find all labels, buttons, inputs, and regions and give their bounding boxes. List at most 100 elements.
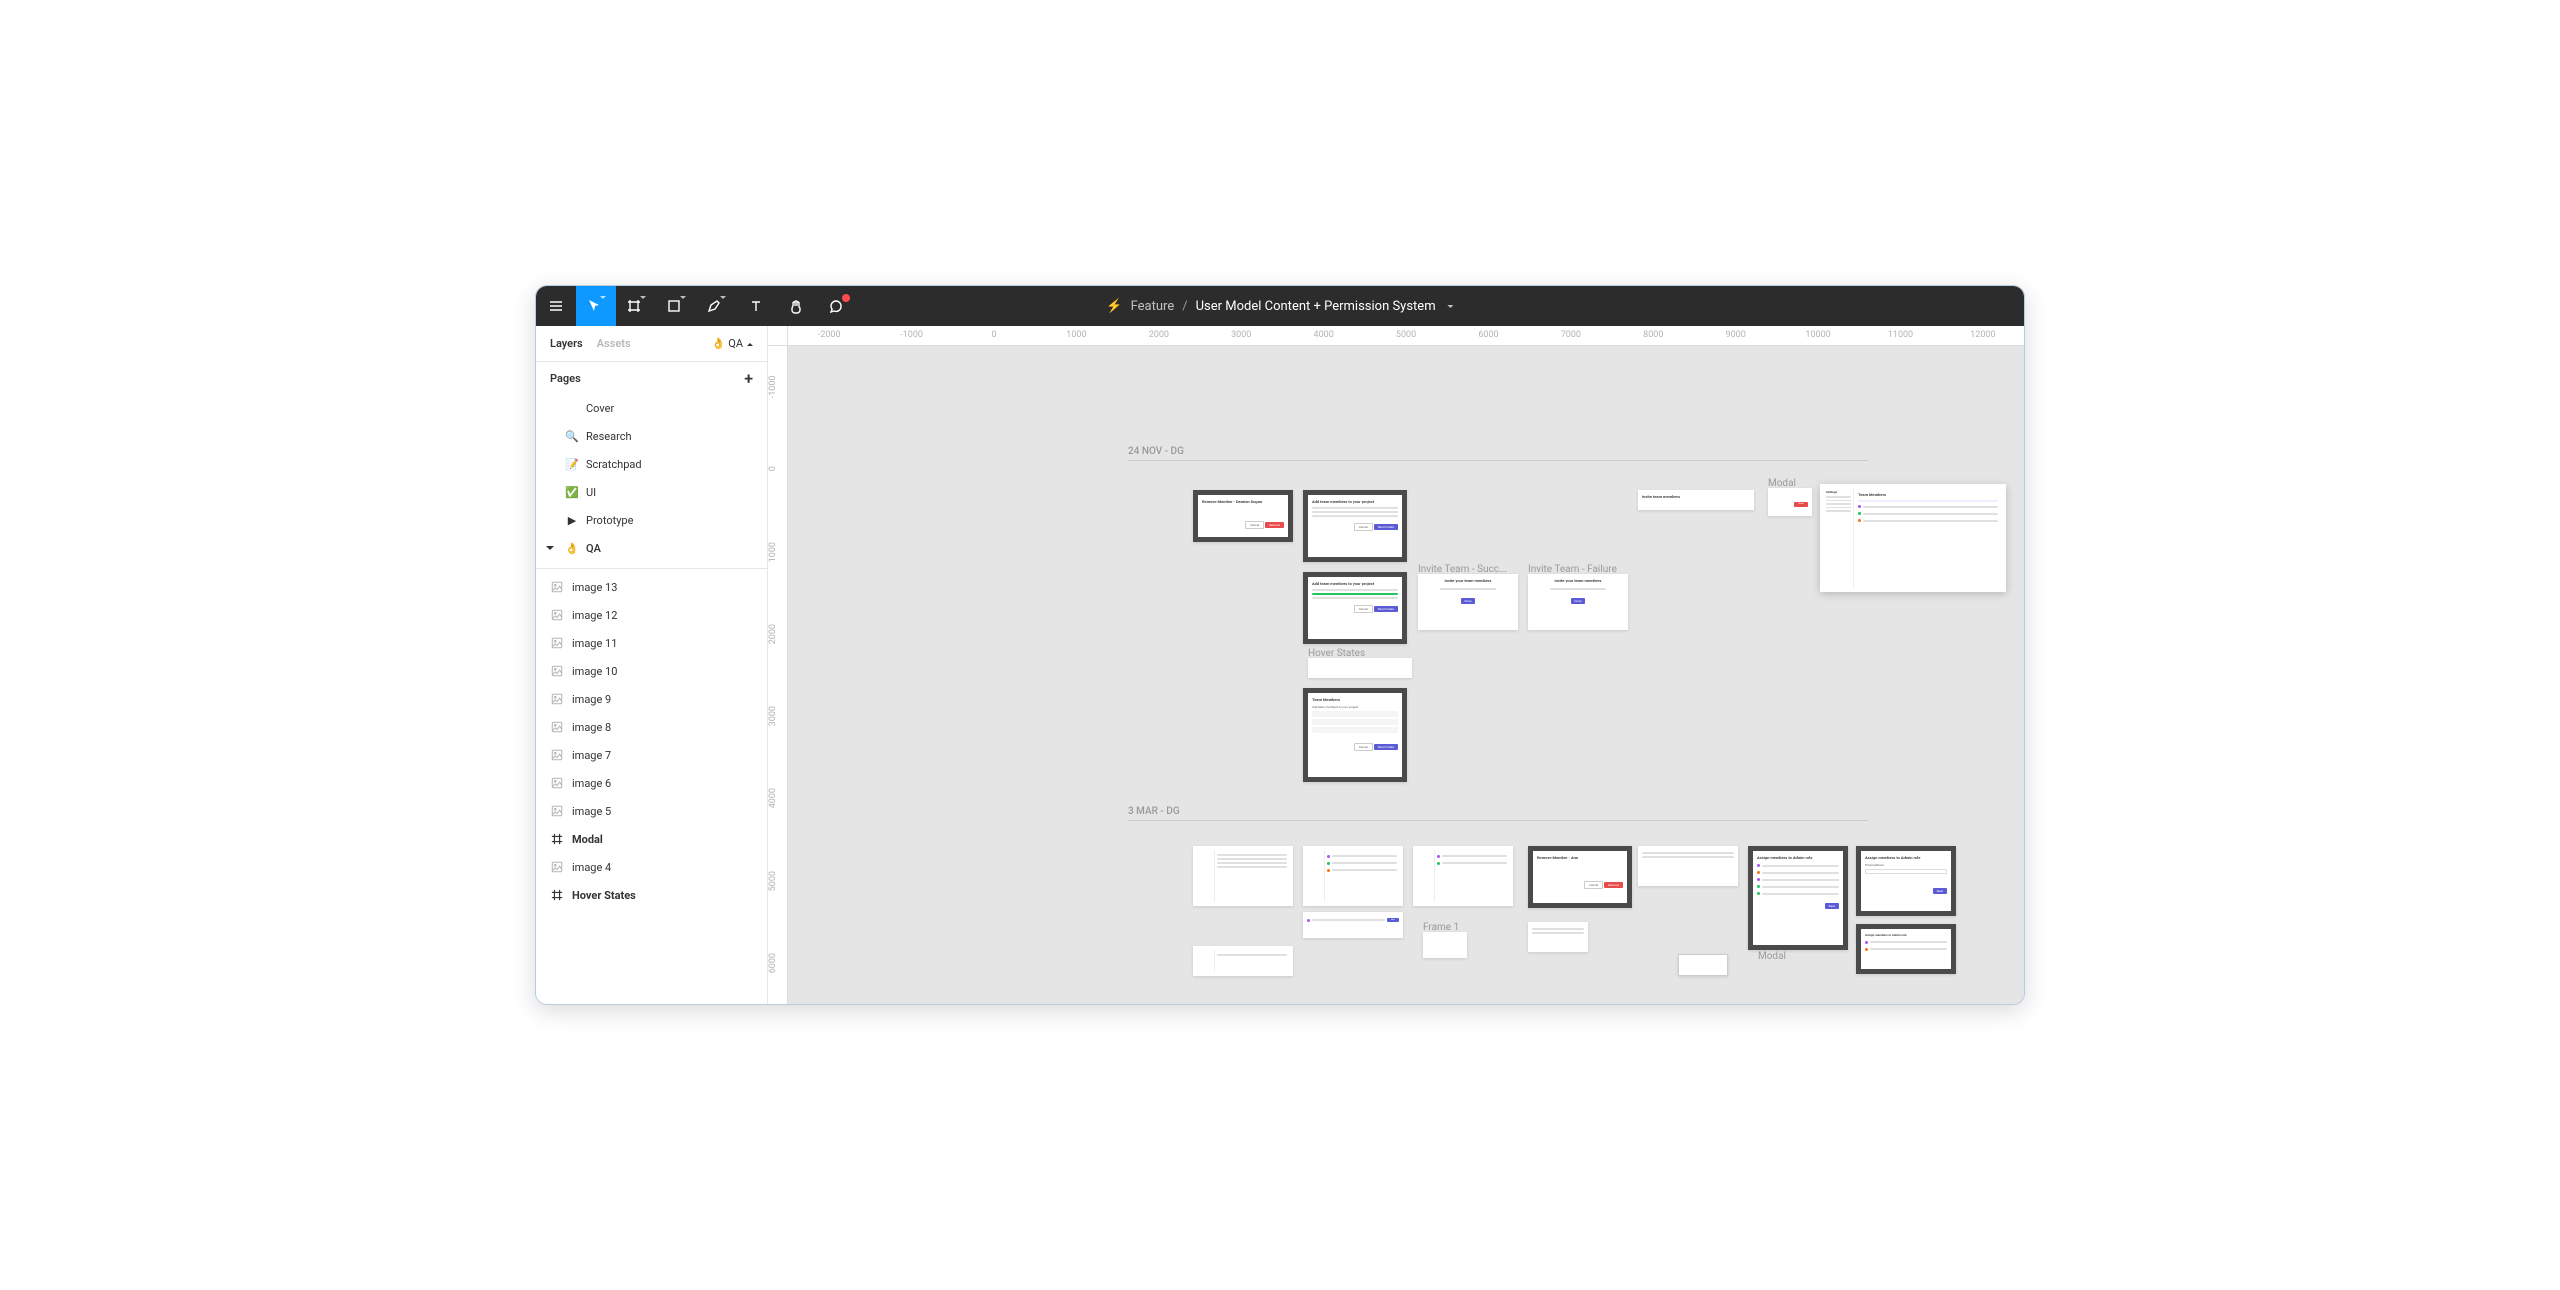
artboard[interactable] — [1193, 946, 1293, 976]
layer-label: image 9 — [572, 693, 611, 706]
artboard[interactable]: Remove Member - Damian Dugan Cancel Remo… — [1193, 490, 1293, 542]
page-item[interactable]: 👌QA — [536, 534, 767, 562]
artboard[interactable]: Add team members to your project Cancel … — [1303, 490, 1407, 562]
section-label: 24 NOV - DG — [1128, 446, 1184, 457]
section-divider — [1128, 820, 1868, 821]
layer-item[interactable]: Hover States — [536, 881, 767, 909]
tab-layers[interactable]: Layers — [550, 337, 583, 350]
ruler-tick: 4000 — [1282, 326, 1364, 345]
ruler-tick: 1000 — [1035, 326, 1117, 345]
move-tool[interactable] — [576, 286, 616, 326]
image-icon — [550, 664, 564, 678]
layer-item[interactable]: image 6 — [536, 769, 767, 797]
image-icon — [550, 580, 564, 594]
artboard[interactable]: Assign members to Admin role — [1856, 924, 1956, 974]
title-separator: / — [1182, 299, 1187, 314]
page-item[interactable]: 🔍Research — [536, 422, 767, 450]
artboard[interactable] — [1413, 846, 1513, 906]
layer-item[interactable]: Modal — [536, 825, 767, 853]
project-name: Feature — [1131, 299, 1175, 314]
layer-item[interactable]: image 13 — [536, 573, 767, 601]
artboard[interactable] — [1638, 846, 1738, 886]
ruler-tick: 5000 — [768, 840, 787, 922]
artboard[interactable]: New — [1303, 912, 1403, 938]
page-item[interactable]: ▶Prototype — [536, 506, 767, 534]
hand-tool[interactable] — [776, 286, 816, 326]
layer-item[interactable]: image 11 — [536, 629, 767, 657]
tab-assets[interactable]: Assets — [597, 337, 631, 350]
layer-label: image 5 — [572, 805, 611, 818]
artboard[interactable]: Invite team members — [1638, 490, 1754, 510]
image-icon — [550, 776, 564, 790]
ruler-tick: 1000 — [768, 511, 787, 593]
current-page-dropdown[interactable]: 👌 QA — [712, 337, 753, 350]
frame-tool[interactable] — [616, 286, 656, 326]
ruler-tick: -1000 — [768, 346, 787, 428]
pen-tool[interactable] — [696, 286, 736, 326]
ruler-tick: 12000 — [1942, 326, 2024, 345]
layer-item[interactable]: image 10 — [536, 657, 767, 685]
page-label: Scratchpad — [586, 458, 642, 471]
artboard[interactable] — [1528, 922, 1588, 952]
ruler-tick: 11000 — [1859, 326, 1941, 345]
page-item[interactable]: Cover — [536, 394, 767, 422]
canvas-area[interactable]: -2000-1000010002000300040005000600070008… — [768, 326, 2024, 1004]
artboard[interactable] — [1678, 954, 1728, 976]
artboard[interactable]: Settings Team Members — [1820, 484, 2006, 592]
layer-item[interactable]: image 5 — [536, 797, 767, 825]
layer-label: image 8 — [572, 721, 611, 734]
layer-item[interactable]: image 4 — [536, 853, 767, 881]
pages-header-label: Pages — [550, 372, 581, 385]
image-icon — [550, 608, 564, 622]
artboard[interactable] — [1423, 932, 1467, 958]
artboard[interactable]: Remove Member - Ana Cancel Remove — [1528, 846, 1632, 908]
horizontal-ruler: -2000-1000010002000300040005000600070008… — [788, 326, 2024, 346]
page-emoji-icon: 📝 — [566, 458, 578, 471]
image-icon — [550, 636, 564, 650]
layer-label: image 6 — [572, 777, 611, 790]
canvas[interactable]: 24 NOV - DG Remove Member - Damian Dugan… — [788, 346, 2024, 1004]
image-icon — [550, 860, 564, 874]
frame-icon — [550, 832, 564, 846]
page-label: Prototype — [586, 514, 633, 527]
ruler-tick: 6000 — [1447, 326, 1529, 345]
artboard[interactable]: Add team members to your project Cancel … — [1303, 572, 1407, 644]
layer-item[interactable]: image 12 — [536, 601, 767, 629]
artboard[interactable]: Invite your team members Done — [1528, 574, 1628, 630]
add-page-button[interactable]: + — [744, 369, 753, 388]
ruler-tick: 6000 — [768, 922, 787, 1004]
document-title[interactable]: ⚡ Feature / User Model Content + Permiss… — [1106, 299, 1453, 314]
artboard[interactable]: Invite your team members Done — [1418, 574, 1518, 630]
vertical-ruler: -10000100020003000400050006000 — [768, 346, 788, 1004]
image-icon — [550, 748, 564, 762]
artboard[interactable] — [1193, 846, 1293, 906]
layer-item[interactable]: image 7 — [536, 741, 767, 769]
layer-item[interactable]: image 9 — [536, 685, 767, 713]
ruler-tick: 8000 — [1612, 326, 1694, 345]
comment-tool[interactable] — [816, 286, 856, 326]
artboard[interactable] — [1308, 658, 1412, 678]
page-item[interactable]: 📝 Scratchpad — [536, 450, 767, 478]
page-emoji-icon: 🔍 — [566, 430, 578, 443]
artboard[interactable] — [1303, 846, 1403, 906]
image-icon — [550, 804, 564, 818]
artboard[interactable]: Team Members Add team members to your pr… — [1303, 688, 1407, 782]
text-tool[interactable] — [736, 286, 776, 326]
layer-item[interactable]: image 8 — [536, 713, 767, 741]
file-name: User Model Content + Permission System — [1196, 299, 1436, 314]
artboard[interactable]: Delete — [1768, 488, 1812, 516]
ruler-tick: 9000 — [1694, 326, 1776, 345]
artboard[interactable]: Assign members to Admin role Email addre… — [1856, 846, 1956, 916]
frame-label[interactable]: Modal — [1758, 951, 1786, 962]
section-divider — [1128, 460, 1868, 461]
ruler-tick: -1000 — [870, 326, 952, 345]
shape-tool[interactable] — [656, 286, 696, 326]
page-item[interactable]: ✅UI — [536, 478, 767, 506]
project-icon: ⚡ — [1106, 299, 1122, 314]
ruler-corner — [768, 326, 788, 346]
layer-label: image 13 — [572, 581, 617, 594]
ruler-tick: 2000 — [1118, 326, 1200, 345]
ruler-tick: 10000 — [1777, 326, 1859, 345]
menu-button[interactable] — [536, 286, 576, 326]
artboard[interactable]: Assign members to Admin role Save — [1748, 846, 1848, 950]
